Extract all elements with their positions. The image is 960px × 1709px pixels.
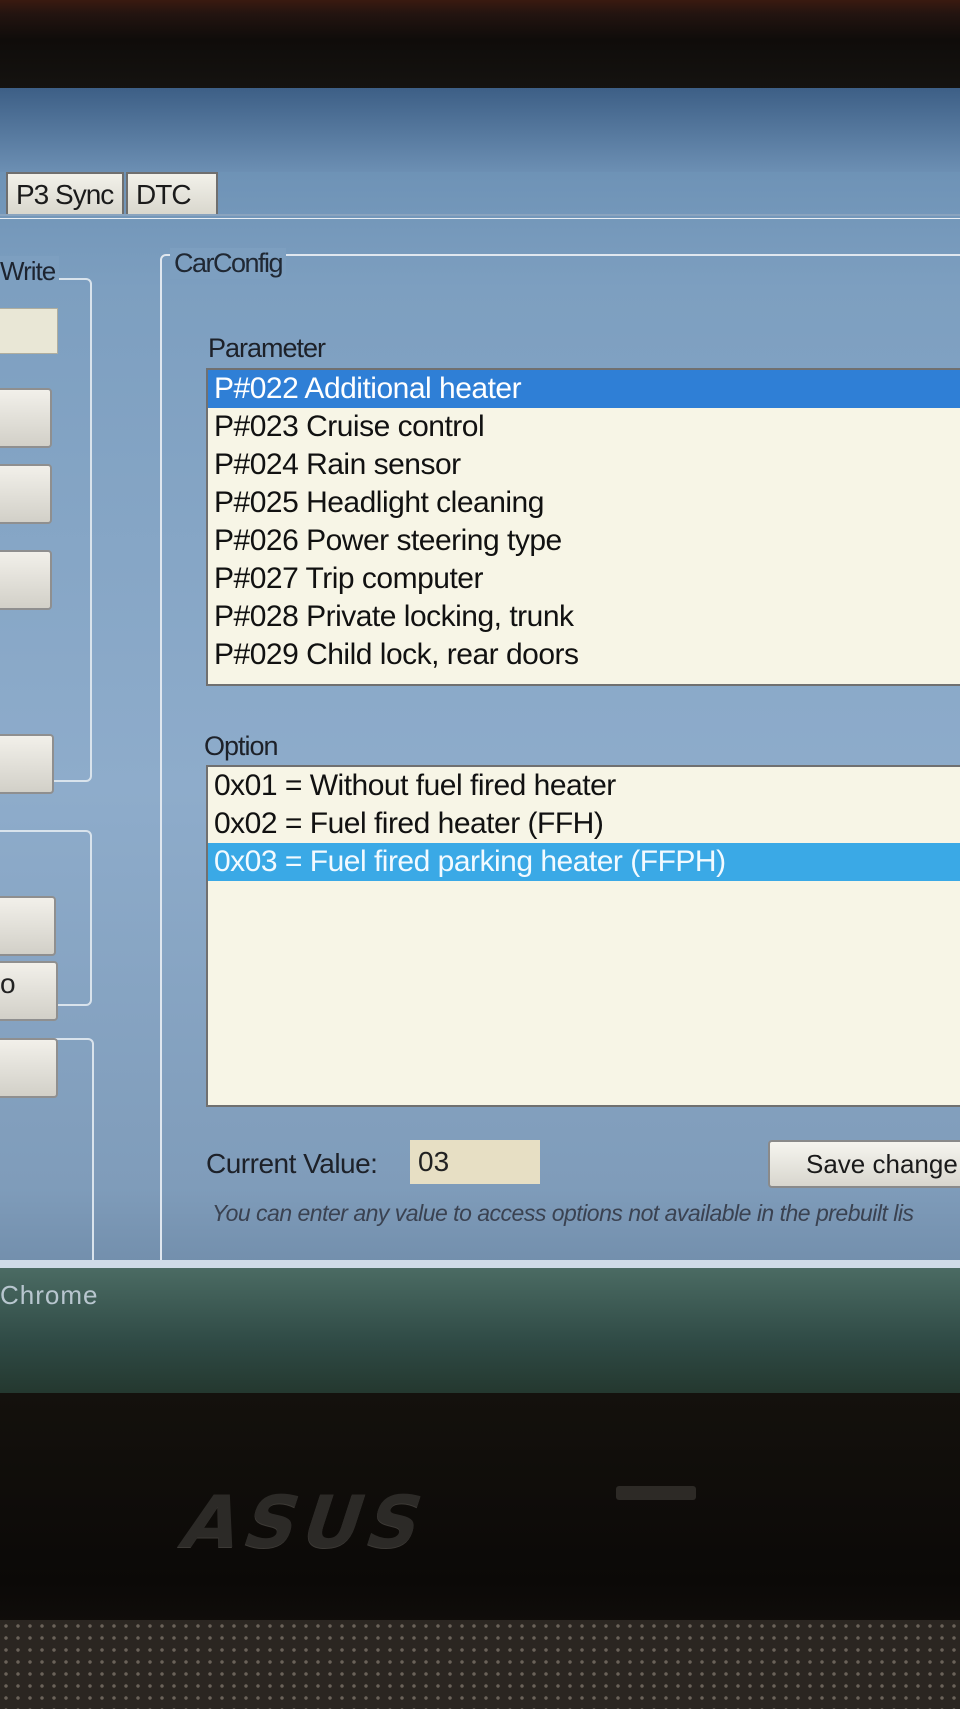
parameter-listbox[interactable]: P#022 Additional heater P#023 Cruise con… <box>206 368 960 686</box>
left-button-5[interactable] <box>0 896 56 956</box>
asus-logo: ASUS <box>171 1480 441 1564</box>
parameter-label: Parameter <box>208 333 326 363</box>
tab-p3-sync[interactable]: P3 Sync <box>6 172 124 216</box>
tab-strip-divider <box>0 214 960 216</box>
speaker-grille <box>0 1620 960 1709</box>
parameter-item[interactable]: P#023 Cruise control <box>208 408 960 446</box>
current-value-input[interactable] <box>410 1140 540 1184</box>
current-value-label: Current Value: <box>206 1148 378 1179</box>
screen: P3 Sync DTC Write o CarConfig Parameter … <box>0 88 960 1393</box>
option-item[interactable]: 0x02 = Fuel fired heater (FFH) <box>208 805 960 843</box>
bezel-indicator-slot <box>616 1486 696 1500</box>
left-input-field[interactable] <box>0 308 58 354</box>
left-button-6-label: o <box>0 968 16 999</box>
left-button-3[interactable] <box>0 550 52 610</box>
parameter-item[interactable]: P#024 Rain sensor <box>208 446 960 484</box>
parameter-item[interactable]: P#029 Child lock, rear doors <box>208 636 960 674</box>
write-group-legend: Write <box>0 256 60 287</box>
parameter-item-selected[interactable]: P#022 Additional heater <box>208 370 960 408</box>
parameter-item[interactable]: P#026 Power steering type <box>208 522 960 560</box>
option-listbox[interactable]: 0x01 = Without fuel fired heater 0x02 = … <box>206 765 960 1107</box>
tab-dtc[interactable]: DTC <box>126 172 218 216</box>
option-item-selected[interactable]: 0x03 = Fuel fired parking heater (FFPH) <box>208 843 960 881</box>
left-button-4[interactable] <box>0 734 54 794</box>
photo-of-laptop-screen: P3 Sync DTC Write o CarConfig Parameter … <box>0 0 960 1709</box>
parameter-item[interactable]: P#027 Trip computer <box>208 560 960 598</box>
window-bottom-edge <box>0 1260 960 1268</box>
parameter-item[interactable]: P#028 Private locking, trunk <box>208 598 960 636</box>
left-button-2[interactable] <box>0 464 52 524</box>
left-button-7[interactable] <box>0 1038 58 1098</box>
hint-text: You can enter any value to access option… <box>212 1200 914 1226</box>
parameter-item[interactable]: P#025 Headlight cleaning <box>208 484 960 522</box>
taskbar <box>0 1268 960 1393</box>
option-item[interactable]: 0x01 = Without fuel fired heater <box>208 767 960 805</box>
taskbar-item-chrome[interactable]: Chrome <box>0 1280 98 1311</box>
laptop-top-bezel <box>0 0 960 90</box>
tab-strip-highlight <box>0 218 960 219</box>
save-change-button[interactable]: Save change <box>768 1140 960 1188</box>
carconfig-group-title: CarConfig <box>170 248 287 279</box>
left-button-1[interactable] <box>0 388 52 448</box>
option-label: Option <box>204 731 279 761</box>
window-chrome-top <box>0 88 960 172</box>
